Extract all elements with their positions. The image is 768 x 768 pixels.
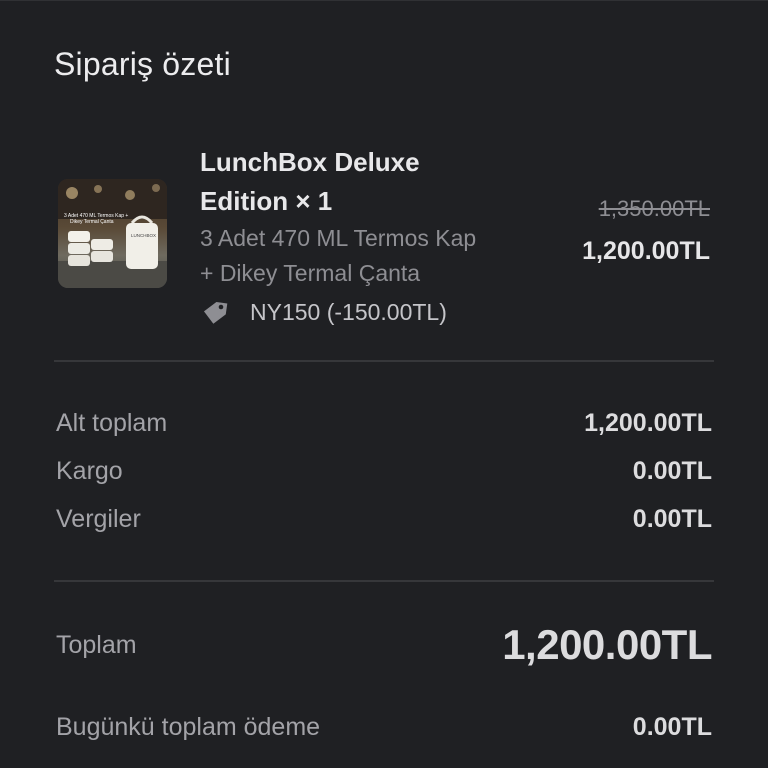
divider bbox=[54, 580, 714, 582]
tag-icon bbox=[203, 301, 228, 324]
discount-code: NY150 (-150.00TL) bbox=[200, 295, 447, 329]
due-today-label: Bugünkü toplam ödeme bbox=[56, 713, 321, 741]
product-thumbnail: 3 Adet 470 ML Termos Kap + Dikey Termal … bbox=[58, 179, 167, 288]
total-row: Toplam 1,200.00TL bbox=[56, 621, 712, 669]
taxes-value: 0.00TL bbox=[632, 505, 712, 533]
shipping-value: 0.00TL bbox=[632, 457, 712, 485]
subtotal-row: Alt toplam 1,200.00TL bbox=[56, 409, 712, 438]
taxes-row: Vergiler 0.00TL bbox=[56, 505, 712, 534]
thumbnail-brand: LUNCHBOX bbox=[131, 233, 156, 238]
order-summary-title: Sipariş özeti bbox=[54, 46, 231, 82]
divider bbox=[54, 360, 714, 362]
thumbnail-caption-2: Dikey Termal Çanta bbox=[70, 219, 114, 225]
subtotal-label: Alt toplam bbox=[56, 409, 168, 437]
product-image: 3 Adet 470 ML Termos Kap + Dikey Termal … bbox=[58, 179, 167, 288]
product-name-line-2: Edition × 1 bbox=[200, 186, 333, 216]
shipping-label: Kargo bbox=[56, 457, 123, 485]
total-value: 1,200.00TL bbox=[502, 621, 712, 668]
product-variant-line-1: 3 Adet 470 ML Termos Kap bbox=[200, 225, 477, 251]
discount-text: NY150 (-150.00TL) bbox=[250, 298, 447, 325]
total-label: Toplam bbox=[56, 630, 137, 659]
shipping-row: Kargo 0.00TL bbox=[56, 457, 712, 486]
product-name-line-1: LunchBox Deluxe bbox=[200, 147, 420, 177]
due-today-value: 0.00TL bbox=[632, 713, 712, 741]
subtotal-value: 1,200.00TL bbox=[584, 409, 712, 437]
product-name: LunchBox Deluxe Edition × 1 bbox=[200, 143, 530, 221]
original-price: 1,350.00TL bbox=[598, 196, 710, 221]
order-summary-panel: Sipariş özeti 3 Adet 470 ML Termos Kap +… bbox=[0, 0, 768, 768]
taxes-label: Vergiler bbox=[56, 505, 141, 533]
product-variant: 3 Adet 470 ML Termos Kap + Dikey Termal … bbox=[200, 221, 540, 291]
due-today-row: Bugünkü toplam ödeme 0.00TL bbox=[56, 713, 712, 742]
discounted-price: 1,200.00TL bbox=[582, 237, 710, 265]
product-variant-line-2: + Dikey Termal Çanta bbox=[200, 260, 421, 286]
